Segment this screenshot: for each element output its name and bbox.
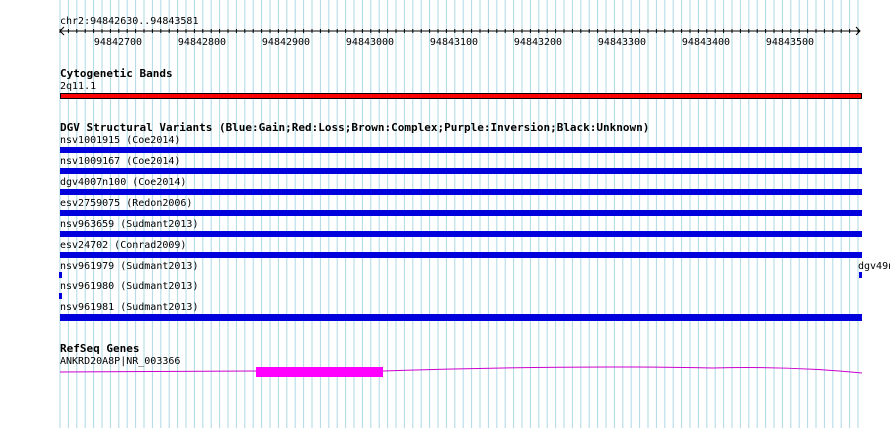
gene-exon: [256, 367, 383, 377]
dgv-feature-label: esv24702 (Conrad2009): [60, 240, 187, 251]
dgv-feature-label: nsv961980 (Sudmant2013): [60, 281, 199, 292]
dgv-feature-bar[interactable]: [60, 189, 862, 195]
dgv-edge-feature-label: dgv49n: [858, 261, 890, 272]
ruler-scale[interactable]: [0, 25, 890, 37]
dgv-feature-bar-stub[interactable]: [59, 272, 62, 278]
cytoband-track-title: Cytogenetic Bands: [60, 67, 173, 80]
dgv-feature-label: nsv961979 (Sudmant2013): [60, 261, 199, 272]
dgv-feature-bar-stub[interactable]: [59, 293, 62, 299]
dgv-feature-label: nsv1001915 (Coe2014): [60, 135, 181, 146]
ruler-tick-label: 94843400: [681, 37, 731, 48]
dgv-feature-label: nsv961981 (Sudmant2013): [60, 302, 199, 313]
ruler-tick-label: 94843100: [429, 37, 479, 48]
ruler-tick-label: 94842700: [93, 37, 143, 48]
dgv-feature-bar[interactable]: [60, 314, 862, 321]
dgv-feature-label: esv2759075 (Redon2006): [60, 198, 193, 209]
dgv-feature-label: nsv1009167 (Coe2014): [60, 156, 181, 167]
gene-model[interactable]: [0, 362, 890, 382]
dgv-feature-bar[interactable]: [60, 252, 862, 258]
dgv-feature-bar[interactable]: [60, 231, 862, 237]
ruler-tick-label: 94842800: [177, 37, 227, 48]
ruler-tick-label: 94843000: [345, 37, 395, 48]
dgv-feature-bar[interactable]: [60, 147, 862, 153]
ruler-tick-label: 94843500: [765, 37, 815, 48]
ruler-tick-label: 94843200: [513, 37, 563, 48]
dgv-feature-bar[interactable]: [60, 210, 862, 216]
refseq-track-title: RefSeq Genes: [60, 342, 140, 355]
cytoband-bar[interactable]: [60, 93, 862, 99]
ruler-tick-label: 94842900: [261, 37, 311, 48]
dgv-feature-label: dgv4007n100 (Coe2014): [60, 177, 187, 188]
genome-browser-view: chr2:94842630..94843581 94842700 94842800…: [0, 0, 890, 428]
dgv-edge-feature-stub[interactable]: [859, 272, 862, 278]
dgv-track-title: DGV Structural Variants (Blue:Gain;Red:L…: [60, 121, 650, 134]
dgv-feature-label: nsv963659 (Sudmant2013): [60, 219, 199, 230]
dgv-feature-bar[interactable]: [60, 168, 862, 174]
ruler-tick-label: 94843300: [597, 37, 647, 48]
cytoband-label: 2q11.1: [60, 81, 97, 92]
